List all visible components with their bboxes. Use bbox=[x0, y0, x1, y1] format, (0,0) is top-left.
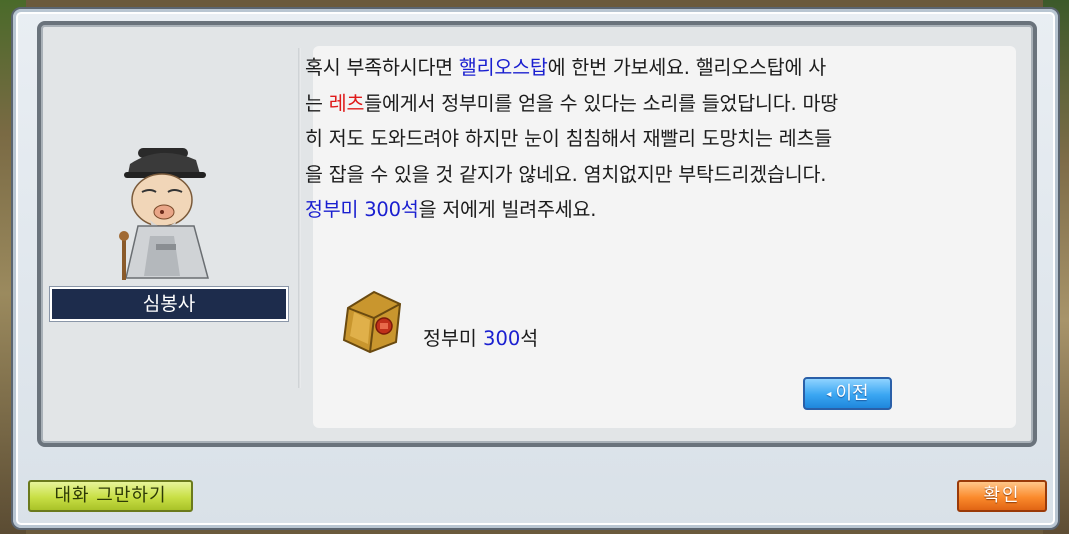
dialog-text: 혹시 부족하시다면 핼리오스탑에 한번 가보세요. 핼리오스탑에 사 는 레츠들… bbox=[305, 50, 975, 228]
prev-button[interactable]: ◂ 이전 bbox=[803, 377, 892, 410]
dialog-text-segment: 에 한번 가보세요. 핼리오스탑에 사 bbox=[547, 56, 827, 79]
panel-divider bbox=[298, 48, 301, 388]
reward-item-name: 정부미 bbox=[423, 327, 484, 350]
dialog-line-2: 는 레츠들에게서 정부미를 얻을 수 있다는 소리를 들었답니다. 마땅 bbox=[305, 86, 975, 122]
reward-item-quantity: 300 bbox=[483, 327, 521, 350]
reward-item-label: 정부미 300석 bbox=[423, 322, 538, 351]
prev-button-label: 이전 bbox=[835, 383, 869, 404]
dialog-line-3: 히 저도 도와드려야 하지만 눈이 침침해서 재빨리 도망치는 레츠들 bbox=[305, 127, 832, 150]
end-chat-button[interactable]: 대화 그만하기 bbox=[28, 480, 193, 512]
dialog-text-segment: 을 저에게 빌려주세요. bbox=[418, 198, 597, 221]
highlight-place-name: 핼리오스탑 bbox=[458, 56, 548, 79]
dialog-text-segment: 혹시 부족하시다면 bbox=[305, 56, 459, 79]
ok-button[interactable]: 확인 bbox=[957, 480, 1047, 512]
reward-item-unit: 석 bbox=[520, 327, 539, 350]
highlight-monster-name: 레츠 bbox=[328, 91, 365, 115]
dialog-text-segment: 들에게서 정부미를 얻을 수 있다는 소리를 들었답니다. 마땅 bbox=[364, 91, 838, 115]
left-arrow-icon: ◂ bbox=[826, 389, 832, 400]
highlight-item-name: 정부미 300석 bbox=[305, 198, 419, 221]
dialog-text-segment: 는 bbox=[305, 91, 329, 115]
rice-sack-icon bbox=[342, 290, 402, 354]
npc-name-plate: 심봉사 bbox=[50, 287, 288, 321]
npc-sprite bbox=[119, 148, 209, 280]
dialog-line-4: 을 잡을 수 있을 것 같지가 않네요. 염치없지만 부탁드리겠습니다. bbox=[305, 162, 827, 186]
dialog-line-1: 혹시 부족하시다면 핼리오스탑에 한번 가보세요. 핼리오스탑에 사 bbox=[305, 50, 975, 86]
dialog-line-5: 정부미 300석을 저에게 빌려주세요. bbox=[305, 192, 975, 228]
